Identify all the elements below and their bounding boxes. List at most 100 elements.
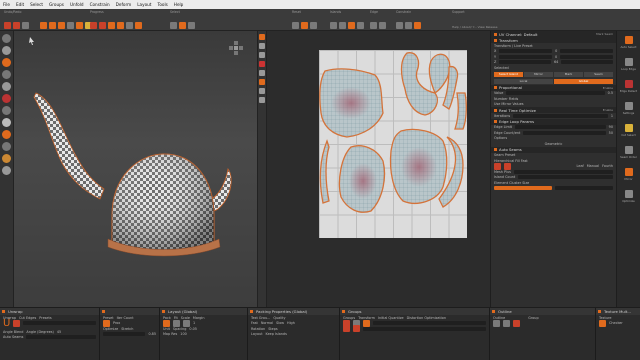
outline-b-icon[interactable] — [503, 319, 510, 327]
select-island-icon[interactable] — [67, 22, 74, 29]
distortion-field[interactable] — [373, 321, 486, 326]
straighten-icon[interactable] — [135, 22, 142, 29]
uv-rotate-icon[interactable] — [259, 43, 265, 49]
menu-item-select[interactable]: Select — [30, 2, 43, 7]
seam-b-icon[interactable] — [504, 162, 511, 170]
optimize-header[interactable] — [100, 308, 159, 315]
manual-button[interactable]: Manual — [587, 164, 599, 168]
shading-icon[interactable] — [2, 82, 11, 91]
geometric-button[interactable]: Geometric — [545, 142, 563, 146]
menu-item-constrain[interactable]: Constrain — [90, 2, 110, 7]
right-tool-7[interactable]: Optimize — [617, 185, 640, 207]
island-scale-icon[interactable] — [188, 22, 195, 29]
uv-snap-icon[interactable] — [259, 88, 265, 94]
constrain-v-icon[interactable] — [405, 22, 412, 29]
unwrap-u-icon[interactable]: U — [3, 318, 10, 329]
menu-item-tools[interactable]: Tools — [157, 2, 167, 7]
wire-icon[interactable] — [2, 94, 11, 103]
iterations-field[interactable] — [513, 113, 608, 118]
group-e-icon[interactable] — [353, 325, 360, 333]
right-tool-5[interactable]: Seam Order — [617, 141, 640, 163]
island-distribute-icon[interactable] — [348, 22, 355, 29]
fourth-button[interactable]: Fourth — [602, 164, 613, 168]
uv-flip-icon[interactable] — [259, 61, 265, 67]
stitch-local[interactable]: Local — [494, 78, 553, 84]
menu-item-edit[interactable]: Edit — [16, 2, 24, 7]
cut-edges-icon[interactable] — [13, 319, 21, 327]
reset-icon[interactable] — [292, 22, 299, 29]
select-face-icon[interactable] — [58, 22, 65, 29]
constrain-u-icon[interactable] — [396, 22, 403, 29]
right-tool-1[interactable]: Loop Edge — [617, 53, 640, 75]
edge-align-icon[interactable] — [379, 22, 386, 29]
uv-pack-icon[interactable] — [259, 79, 265, 85]
history-icon[interactable] — [22, 22, 29, 29]
unfold-icon[interactable] — [108, 22, 115, 29]
view-top-icon[interactable] — [2, 46, 11, 55]
optimize-icon[interactable] — [117, 22, 124, 29]
edge-straighten-icon[interactable] — [370, 22, 377, 29]
group-d-icon[interactable] — [343, 325, 350, 333]
mode-seam[interactable]: Seam — [584, 71, 613, 77]
select-vertex-icon[interactable] — [40, 22, 47, 29]
edge-limit-field[interactable] — [515, 125, 606, 130]
prop-value-field[interactable] — [506, 91, 605, 96]
uv-grid-icon[interactable] — [259, 97, 265, 103]
island-match-icon[interactable] — [357, 22, 364, 29]
group-c-icon[interactable] — [363, 319, 370, 327]
island-count-field[interactable] — [518, 175, 613, 180]
uv-editor-viewport[interactable] — [267, 31, 490, 307]
cluster-slider[interactable] — [494, 186, 552, 191]
fit-btn-icon[interactable] — [173, 319, 180, 327]
stretch-field[interactable] — [103, 332, 146, 337]
uv-align-icon[interactable] — [259, 70, 265, 76]
light-icon[interactable] — [2, 118, 11, 127]
select-all-icon[interactable] — [76, 22, 83, 29]
redo-icon[interactable] — [13, 22, 20, 29]
groups-header[interactable]: Groups — [340, 308, 489, 315]
island-stack-icon[interactable] — [339, 22, 346, 29]
edge-count-field[interactable] — [523, 130, 606, 135]
uv-scale-icon[interactable] — [259, 52, 265, 58]
unwrap-header[interactable]: Unwrap — [0, 308, 99, 315]
right-tool-6[interactable]: Mirror — [617, 163, 640, 185]
leaf-button[interactable]: Leaf — [577, 164, 584, 168]
cluster-field[interactable] — [555, 186, 613, 191]
view-side-icon[interactable] — [2, 70, 11, 79]
outline-header[interactable]: Outline — [490, 308, 595, 315]
pack-btn-icon[interactable] — [163, 319, 170, 327]
preset-icon[interactable] — [103, 319, 110, 327]
z-field[interactable] — [499, 60, 551, 65]
menu-item-layout[interactable]: Layout — [137, 2, 151, 7]
cut-icon[interactable] — [90, 22, 97, 29]
select-edge-icon[interactable] — [49, 22, 56, 29]
y-field-2[interactable] — [560, 54, 613, 59]
layout-header[interactable]: Layout (Global) — [160, 308, 247, 315]
stitch-global[interactable]: Global — [554, 78, 613, 84]
presets-field[interactable] — [23, 321, 96, 326]
menu-item-deform[interactable]: Deform — [116, 2, 132, 7]
packing-header[interactable]: Packing Properties (Global) — [248, 308, 339, 315]
auto-seams-field[interactable] — [26, 335, 96, 340]
cam-icon[interactable] — [2, 154, 11, 163]
texture-checker-icon[interactable] — [599, 319, 606, 327]
right-tool-0[interactable]: Auto Select — [617, 31, 640, 53]
pack-icon[interactable] — [301, 22, 308, 29]
menu-item-help[interactable]: Help — [174, 2, 184, 7]
grid-icon[interactable] — [2, 130, 11, 139]
outline-c-icon[interactable] — [513, 319, 520, 327]
mode-select-island[interactable]: Select Island — [494, 71, 523, 77]
snap-icon[interactable] — [310, 22, 317, 29]
right-tool-3[interactable]: Settings — [617, 97, 640, 119]
y-field[interactable] — [499, 54, 552, 59]
undo-icon[interactable] — [4, 22, 11, 29]
z-field-2[interactable] — [561, 60, 613, 65]
scale-btn-icon[interactable] — [183, 319, 190, 327]
view-persp-icon[interactable] — [2, 34, 11, 43]
view-front-icon[interactable] — [2, 58, 11, 67]
right-tool-2[interactable]: Edge Detect — [617, 75, 640, 97]
uv-move-icon[interactable] — [259, 34, 265, 40]
x-field-2[interactable] — [560, 49, 613, 54]
3d-viewport[interactable] — [14, 31, 257, 307]
right-tool-4[interactable]: Cut Select — [617, 119, 640, 141]
